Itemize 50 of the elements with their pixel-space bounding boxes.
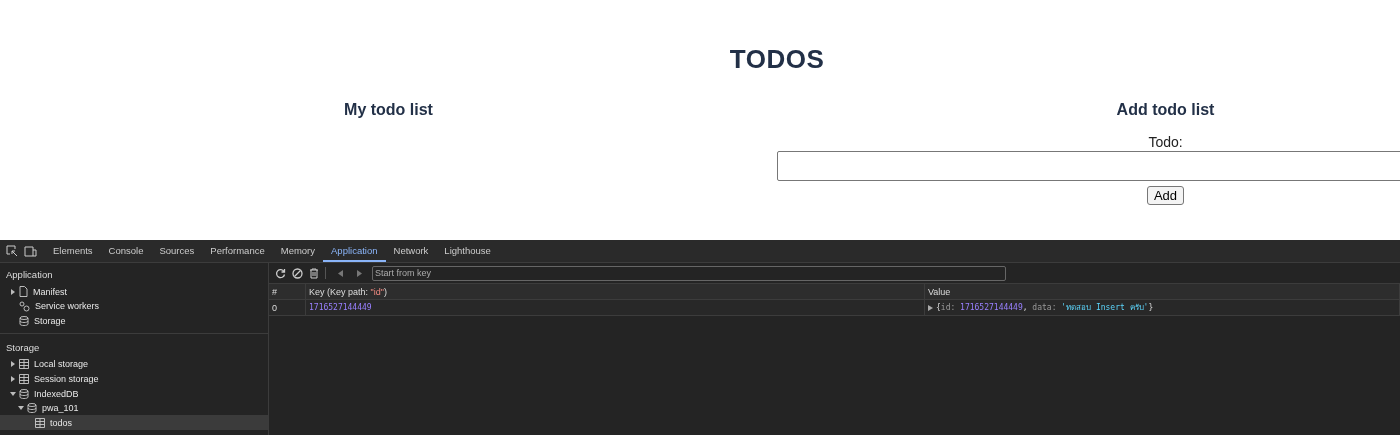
expanded-arrow-icon[interactable]	[10, 390, 16, 397]
database-icon	[19, 315, 29, 326]
device-icon[interactable]	[24, 245, 37, 257]
page-title: TODOS	[728, 43, 826, 75]
collapsed-arrow-icon[interactable]	[10, 288, 16, 295]
sidebar-heading: Application	[5, 268, 54, 283]
refresh-icon[interactable]	[275, 267, 286, 279]
tree-item[interactable]: Local storage	[0, 357, 268, 372]
table-icon	[35, 417, 45, 428]
table-icon	[19, 359, 29, 370]
devtools-tab[interactable]: Network	[385, 240, 437, 263]
devtools-tab[interactable]: Elements	[45, 240, 101, 263]
devtools-tab[interactable]: Lighthouse	[436, 240, 499, 263]
delete-icon[interactable]	[309, 267, 319, 279]
section-heading: My todo list	[344, 101, 433, 119]
devtools-tab[interactable]: Performance	[202, 240, 273, 263]
column-header: Key (Key path: "id")	[306, 284, 925, 301]
tree-item[interactable]: pwa_101	[0, 400, 268, 416]
column-header: #	[269, 284, 306, 301]
tree-item[interactable]: Session storage	[0, 371, 268, 387]
tree-item[interactable]: Manifest	[0, 284, 268, 299]
expanded-arrow-icon[interactable]	[18, 405, 24, 412]
devtools-tab[interactable]: Application	[323, 240, 386, 263]
section-heading: Add todo list	[1116, 101, 1215, 119]
table-icon	[19, 373, 29, 384]
table-cell: {id: 1716527144449, data: 'ทดสอบ Insert ครับ'}	[925, 300, 1400, 317]
column-header: Value	[925, 284, 1400, 301]
database-icon	[27, 403, 37, 414]
table-cell: 0	[269, 300, 306, 317]
search-field[interactable]: Start from key	[372, 265, 1006, 281]
previous-icon[interactable]	[338, 269, 344, 277]
clear-icon[interactable]	[292, 267, 303, 279]
devtools-tab[interactable]: Memory	[272, 240, 324, 263]
inspect-icon[interactable]	[6, 245, 18, 258]
database-icon	[19, 388, 29, 399]
tree-item[interactable]: Service workers	[0, 298, 268, 314]
sidebar-heading: Storage	[5, 341, 41, 356]
tree-item[interactable]: Storage	[0, 313, 268, 329]
expand-arrow-icon[interactable]	[928, 304, 933, 311]
next-icon[interactable]	[356, 269, 362, 277]
file-icon	[19, 286, 28, 298]
devtools-tab[interactable]: Console	[100, 240, 152, 263]
tree-item[interactable]: todos	[0, 415, 268, 430]
add-button[interactable]: Add	[1146, 186, 1185, 205]
field-label: Todo:	[1148, 134, 1183, 150]
tree-item[interactable]: IndexedDB	[0, 386, 268, 401]
gears-icon	[19, 300, 30, 312]
todo-input[interactable]	[777, 151, 1400, 181]
table-cell: 1716527144449	[306, 300, 925, 317]
devtools-tab[interactable]: Sources	[151, 240, 203, 263]
